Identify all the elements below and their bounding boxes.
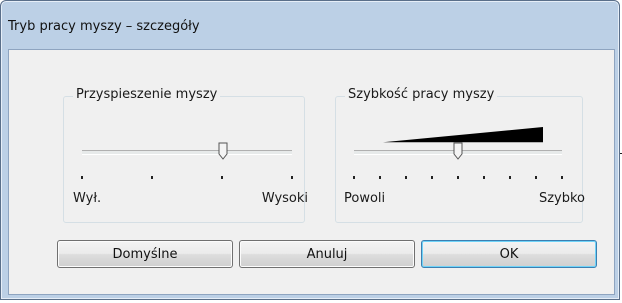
tick-mark xyxy=(379,176,381,179)
tick-mark xyxy=(457,176,459,179)
speed-slider-thumb[interactable] xyxy=(453,142,463,160)
acceleration-slider-thumb[interactable] xyxy=(218,142,228,160)
speed-min-label: Powoli xyxy=(344,191,386,206)
dialog-title: Tryb pracy myszy – szczegóły xyxy=(8,19,200,34)
speed-slider[interactable] xyxy=(354,139,562,163)
speed-group-legend: Szybkość pracy myszy xyxy=(345,87,498,102)
defaults-button[interactable]: Domyślne xyxy=(57,240,233,268)
tick-mark xyxy=(353,176,355,179)
acceleration-group-legend: Przyspieszenie myszy xyxy=(73,87,221,102)
tick-mark xyxy=(431,176,433,179)
speed-max-label: Szybko xyxy=(538,191,585,206)
cancel-button[interactable]: Anuluj xyxy=(239,240,415,268)
tick-mark xyxy=(535,176,537,179)
tick-mark xyxy=(483,176,485,179)
tick-mark xyxy=(405,176,407,179)
acceleration-group: Przyspieszenie myszy Wył. Wysoki xyxy=(63,87,308,223)
speed-group: Szybkość pracy myszy Powoli Szybko xyxy=(335,87,585,223)
mouse-mode-details-dialog: Tryb pracy myszy – szczegóły Przyspiesze… xyxy=(0,0,620,300)
tick-mark xyxy=(561,176,563,179)
acceleration-min-label: Wył. xyxy=(73,191,102,206)
dialog-client-area: Przyspieszenie myszy Wył. Wysoki Szybkoś… xyxy=(8,49,615,295)
tick-mark xyxy=(221,176,223,179)
acceleration-max-label: Wysoki xyxy=(261,191,308,206)
tick-mark xyxy=(81,176,83,179)
tick-mark xyxy=(509,176,511,179)
acceleration-slider-track xyxy=(82,150,292,155)
tick-mark xyxy=(151,176,153,179)
ok-button[interactable]: OK xyxy=(421,240,597,268)
tick-mark xyxy=(291,176,293,179)
acceleration-slider[interactable] xyxy=(82,139,292,163)
